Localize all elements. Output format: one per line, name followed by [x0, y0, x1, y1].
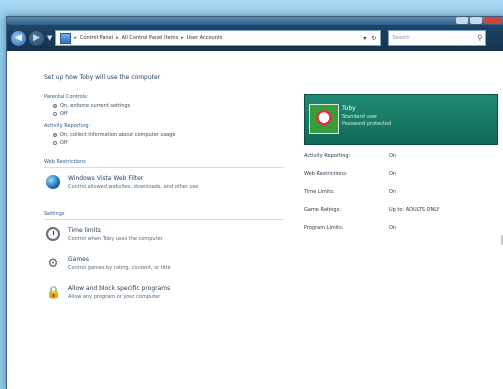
breadcrumb-control-panel[interactable]: Control Panel: [80, 35, 113, 41]
setting-value: On: [389, 171, 397, 177]
item-title[interactable]: Time limits: [68, 227, 163, 234]
globe-icon: [46, 175, 60, 189]
breadcrumb-all-items[interactable]: All Control Panel Items: [122, 35, 179, 41]
option-label: Off: [60, 111, 68, 117]
parental-controls-off-option[interactable]: Off: [53, 111, 67, 117]
maximize-button[interactable]: [470, 17, 482, 24]
radio-off[interactable]: [53, 141, 57, 145]
setting-label: Program Limits:: [304, 225, 344, 231]
parental-controls-on-option[interactable]: On, enforce current settings: [53, 103, 130, 109]
web-filter-link[interactable]: Windows Vista Web Filter Control allowed…: [46, 175, 198, 190]
recent-pages-arrow-icon[interactable]: ▼: [47, 34, 52, 42]
page-title: Set up how Toby will use the computer: [44, 74, 161, 81]
setting-label: Web Restrictions:: [304, 171, 348, 177]
activity-reporting-on-option[interactable]: On, collect information about computer u…: [53, 132, 176, 138]
section-divider: [44, 219, 284, 220]
item-description: Allow any program or your computer: [68, 294, 161, 300]
current-settings-table: Activity Reporting: On Web Restrictions:…: [304, 153, 496, 243]
title-bar: [7, 17, 503, 25]
lock-icon: 🔒: [46, 285, 61, 299]
item-description: Control when Toby uses the computer: [68, 236, 163, 242]
control-panel-icon: [60, 32, 72, 44]
account-type: Standard user: [342, 114, 378, 120]
password-status: Password protected: [342, 121, 392, 127]
crumb-separator-icon[interactable]: ▸: [116, 35, 119, 41]
user-avatar: [309, 104, 339, 134]
option-label: On, enforce current settings: [60, 103, 131, 109]
item-title[interactable]: Windows Vista Web Filter: [68, 175, 198, 182]
user-name: Toby: [342, 105, 356, 112]
settings-row: Time Limits: On: [304, 189, 496, 207]
navigation-bar: ◀ ▶ ▼ ▸ Control Panel ▸ All Control Pane…: [7, 25, 503, 51]
settings-heading: Settings: [44, 211, 65, 217]
search-box[interactable]: Search ⚲: [388, 30, 487, 46]
refresh-icon[interactable]: ↻: [371, 35, 376, 42]
section-divider: [44, 167, 284, 168]
radio-off[interactable]: [53, 112, 57, 116]
settings-row: Activity Reporting: On: [304, 153, 496, 171]
setting-value: On: [389, 225, 397, 231]
address-bar[interactable]: ▸ Control Panel ▸ All Control Panel Item…: [55, 30, 382, 46]
user-card: Toby Standard user Password protected: [304, 94, 498, 145]
window-controls: [456, 17, 502, 24]
close-button[interactable]: [484, 17, 502, 24]
setting-value: On: [389, 153, 397, 159]
parental-controls-heading: Parental Controls:: [44, 94, 89, 100]
search-placeholder: Search: [392, 35, 410, 41]
search-icon[interactable]: ⚲: [477, 34, 482, 42]
settings-row: Game Ratings: Up to: ADULTS ONLY: [304, 207, 496, 225]
programs-link[interactable]: 🔒 Allow and block specific programs Allo…: [46, 285, 170, 300]
item-description: Control allowed websites, downloads, and…: [68, 184, 199, 190]
main-content: Set up how Toby will use the computer Pa…: [7, 51, 503, 389]
address-controls: ▾ ↻: [363, 35, 376, 42]
breadcrumb-user-accounts[interactable]: User Accounts: [187, 35, 223, 41]
setting-label: Activity Reporting:: [304, 153, 351, 159]
item-title[interactable]: Allow and block specific programs: [68, 285, 170, 292]
activity-reporting-off-option[interactable]: Off: [53, 140, 67, 146]
gear-icon: ⚙: [47, 256, 59, 270]
web-restrictions-heading: Web Restrictions: [44, 159, 86, 165]
settings-row: Program Limits: On: [304, 225, 496, 243]
back-button[interactable]: ◀: [11, 30, 26, 46]
settings-row: Web Restrictions: On: [304, 171, 496, 189]
option-label: On, collect information about computer u…: [60, 132, 176, 138]
setting-label: Game Ratings:: [304, 207, 341, 213]
item-description: Control games by rating, content, or tit…: [68, 265, 171, 271]
crumb-separator-icon[interactable]: ▸: [181, 35, 184, 41]
control-panel-window: ◀ ▶ ▼ ▸ Control Panel ▸ All Control Pane…: [6, 16, 503, 389]
option-label: Off: [60, 140, 68, 146]
activity-reporting-heading: Activity Reporting:: [44, 123, 91, 129]
setting-value: On: [389, 189, 397, 195]
item-title[interactable]: Games: [68, 256, 171, 263]
minimize-button[interactable]: [456, 17, 468, 24]
forward-button[interactable]: ▶: [29, 30, 44, 46]
radio-on[interactable]: [53, 104, 57, 108]
time-limits-link[interactable]: Time limits Control when Toby uses the c…: [46, 227, 163, 242]
address-dropdown-icon[interactable]: ▾: [363, 35, 366, 42]
clock-icon: [46, 227, 60, 241]
setting-label: Time Limits:: [304, 189, 335, 195]
crumb-separator-icon[interactable]: ▸: [74, 35, 77, 41]
radio-on[interactable]: [53, 133, 57, 137]
setting-value: Up to: ADULTS ONLY: [389, 207, 440, 213]
games-link[interactable]: ⚙ Games Control games by rating, content…: [46, 256, 171, 271]
